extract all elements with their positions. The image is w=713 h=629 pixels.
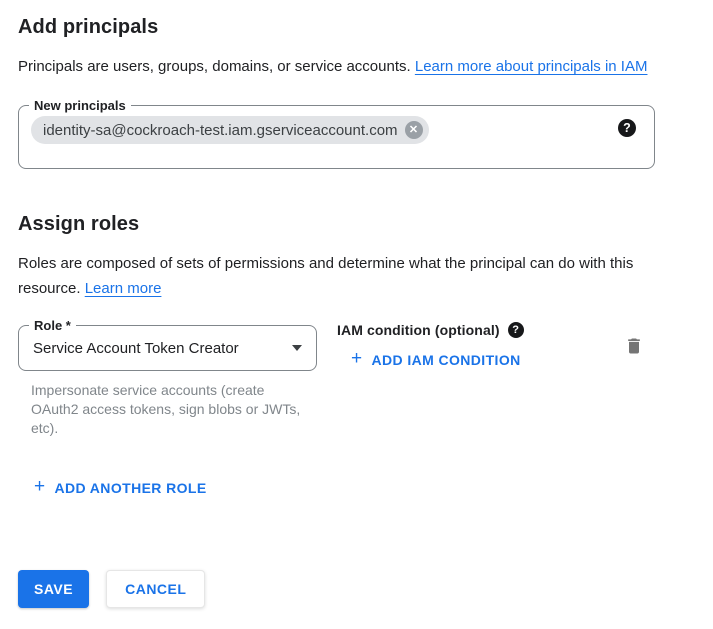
assign-roles-description: Roles are composed of sets of permission… <box>18 251 673 301</box>
role-helper-text: Impersonate service accounts (create OAu… <box>31 381 313 438</box>
new-principals-help-icon[interactable]: ? <box>618 119 636 137</box>
delete-role-button[interactable] <box>622 333 646 362</box>
iam-condition-header: IAM condition (optional) ? <box>337 322 622 338</box>
add-iam-condition-label: ADD IAM CONDITION <box>372 352 521 368</box>
cancel-button[interactable]: CANCEL <box>106 570 205 608</box>
iam-condition-help-icon[interactable]: ? <box>508 322 524 338</box>
dialog-actions: SAVE CANCEL <box>18 570 205 608</box>
principal-chip[interactable]: identity-sa@cockroach-test.iam.gservicea… <box>31 116 429 144</box>
role-row: Role * Service Account Token Creator Imp… <box>18 325 655 438</box>
role-label: Role * <box>29 317 76 334</box>
learn-more-principals-link[interactable]: Learn more about principals in IAM <box>415 58 648 75</box>
add-iam-condition-button[interactable]: + ADD IAM CONDITION <box>351 350 521 369</box>
iam-condition-label: IAM condition (optional) <box>337 322 500 338</box>
add-another-role-label: ADD ANOTHER ROLE <box>55 480 207 496</box>
assign-roles-title: Assign roles <box>18 213 695 236</box>
page-title: Add principals <box>18 16 695 39</box>
role-column: Role * Service Account Token Creator Imp… <box>18 325 317 438</box>
dropdown-arrow-icon <box>292 345 302 351</box>
principals-description-text: Principals are users, groups, domains, o… <box>18 58 411 75</box>
role-select[interactable]: Role * Service Account Token Creator <box>18 325 317 371</box>
role-selected-value: Service Account Token Creator <box>33 340 284 357</box>
chip-remove-icon[interactable]: ✕ <box>405 121 423 139</box>
add-another-role-button[interactable]: + ADD ANOTHER ROLE <box>34 478 207 497</box>
plus-icon: + <box>351 349 363 368</box>
plus-icon: + <box>34 477 46 496</box>
new-principals-field[interactable]: New principals identity-sa@cockroach-tes… <box>18 105 655 169</box>
trash-icon <box>624 335 644 357</box>
save-button[interactable]: SAVE <box>18 570 89 608</box>
iam-condition-column: IAM condition (optional) ? + ADD IAM CON… <box>337 325 622 370</box>
new-principals-label: New principals <box>29 97 131 114</box>
principals-description: Principals are users, groups, domains, o… <box>18 54 673 79</box>
learn-more-roles-link[interactable]: Learn more <box>85 280 162 297</box>
principal-chip-text: identity-sa@cockroach-test.iam.gservicea… <box>43 122 398 139</box>
add-principals-panel: Add principals Principals are users, gro… <box>0 0 713 498</box>
